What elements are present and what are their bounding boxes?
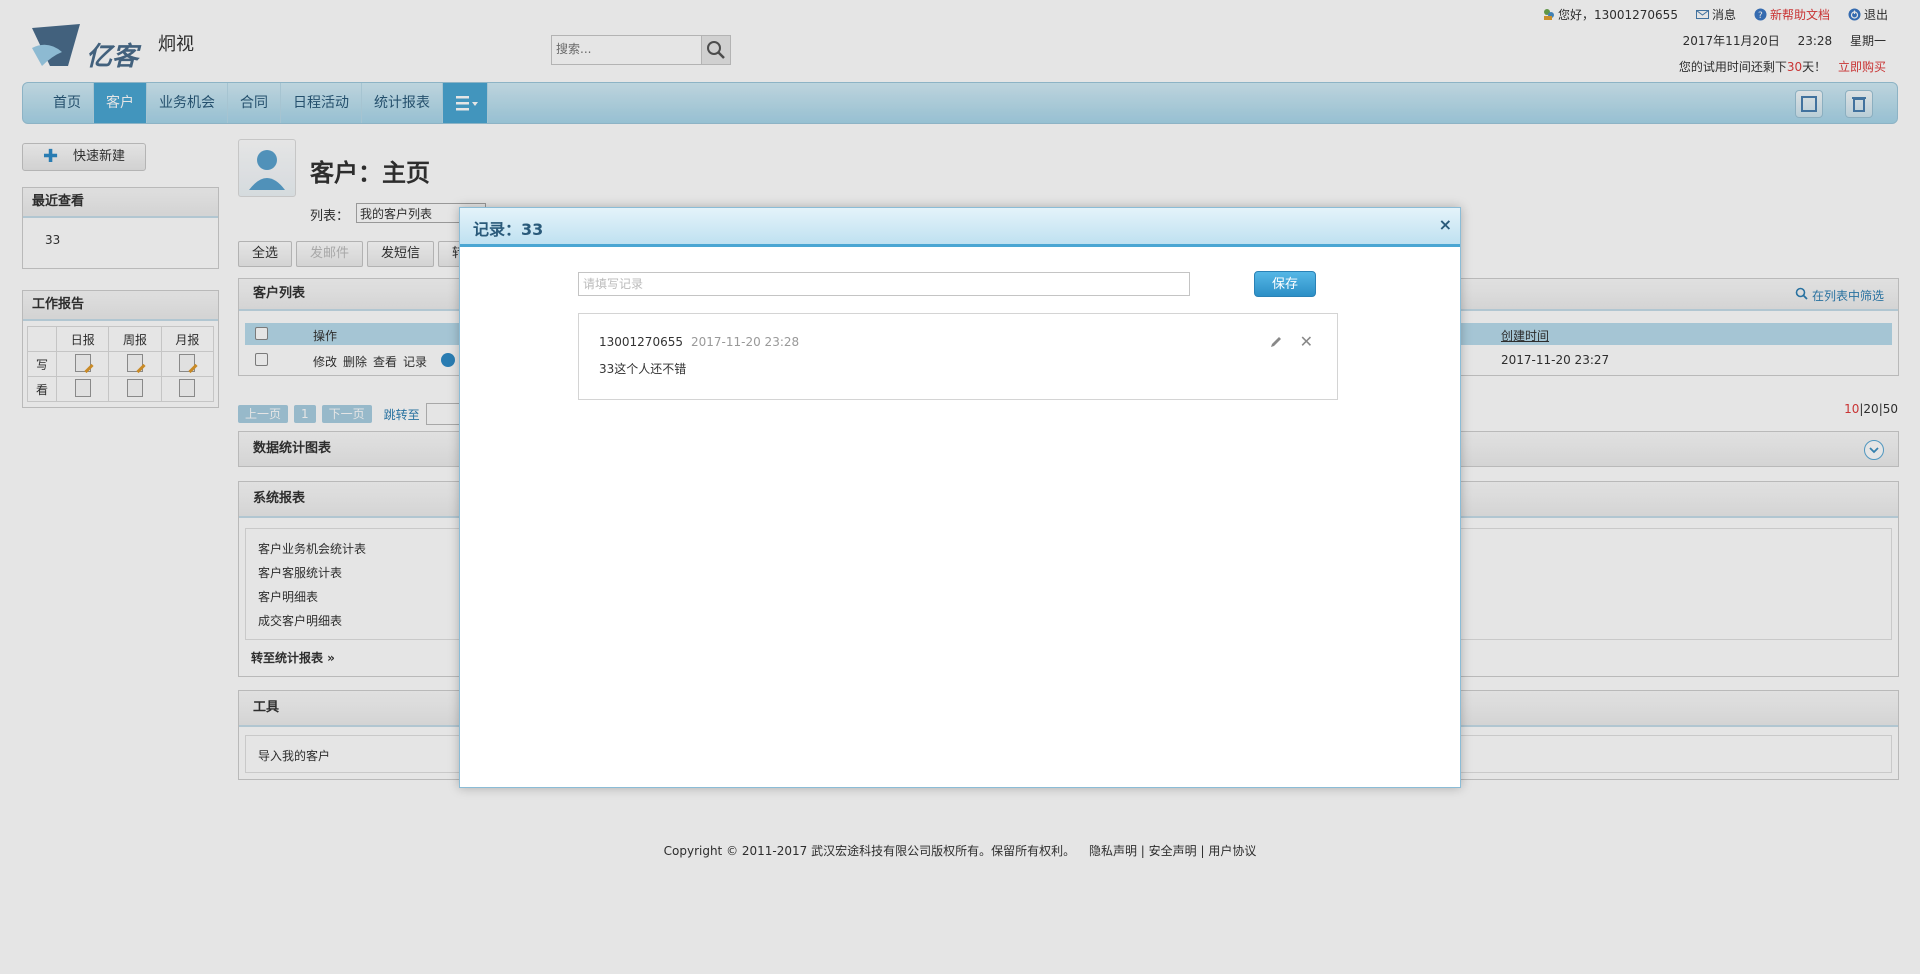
close-icon[interactable]: × <box>1439 215 1452 234</box>
record-item: 13001270655 2017-11-20 23:28 33这个人还不错 ✕ <box>578 313 1338 400</box>
delete-icon[interactable]: ✕ <box>1300 332 1313 351</box>
record-dialog: 记录：33 × 保存 13001270655 2017-11-20 23:28 … <box>459 207 1461 788</box>
dialog-header: 记录：33 × <box>460 208 1460 247</box>
record-time: 2017-11-20 23:28 <box>691 335 800 349</box>
record-text: 33这个人还不错 <box>599 362 687 376</box>
pencil-icon[interactable] <box>1269 335 1283 349</box>
record-input[interactable] <box>578 272 1190 296</box>
dialog-title: 记录：33 <box>473 220 544 239</box>
record-author: 13001270655 <box>599 335 683 349</box>
save-button[interactable]: 保存 <box>1254 271 1316 297</box>
